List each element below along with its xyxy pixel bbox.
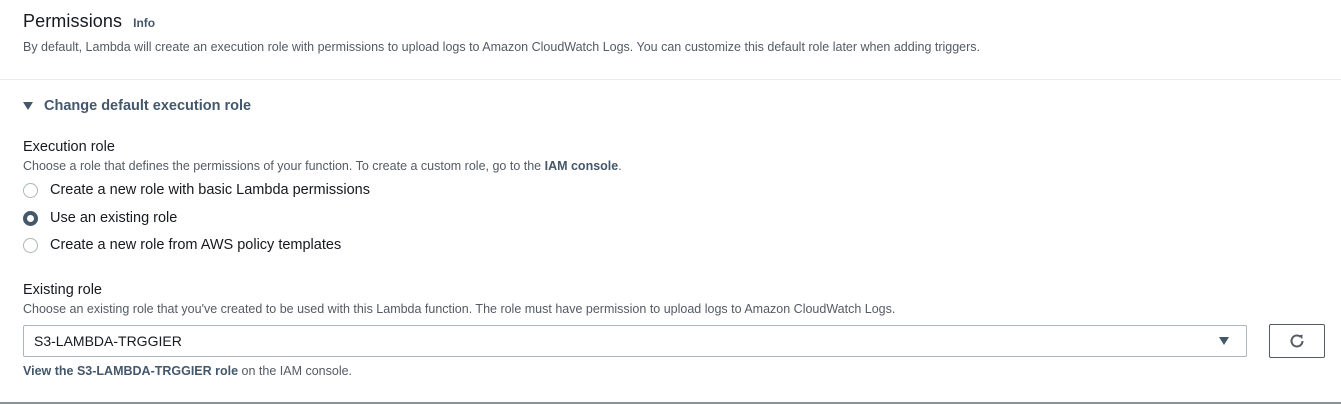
execution-role-label: Execution role xyxy=(23,139,115,155)
title-row: Permissions Info xyxy=(23,11,155,32)
page-title: Permissions xyxy=(23,11,123,31)
view-role-suffix: on the IAM console. xyxy=(238,364,353,378)
existing-role-label: Existing role xyxy=(23,282,102,298)
radio-button[interactable] xyxy=(23,237,38,253)
execution-role-description-text: Choose a role that defines the permissio… xyxy=(23,159,545,173)
existing-role-description: Choose an existing role that you've crea… xyxy=(23,302,896,316)
radio-label: Create a new role with basic Lambda perm… xyxy=(50,182,370,198)
radio-button[interactable] xyxy=(23,182,38,198)
view-role-row: View the S3-LAMBDA-TRGGIER role on the I… xyxy=(23,364,352,378)
refresh-icon xyxy=(1290,334,1304,348)
iam-console-link[interactable]: IAM console xyxy=(545,159,619,173)
radio-option-use-existing-role[interactable]: Use an existing role xyxy=(23,210,177,226)
execution-role-description: Choose a role that defines the permissio… xyxy=(23,159,622,173)
refresh-button[interactable] xyxy=(1269,324,1325,358)
radio-button-selected[interactable] xyxy=(23,210,38,226)
info-link[interactable]: Info xyxy=(133,16,155,30)
radio-label: Create a new role from AWS policy templa… xyxy=(50,237,342,253)
permissions-header: Permissions Info By default, Lambda will… xyxy=(0,0,1341,80)
radio-option-policy-templates[interactable]: Create a new role from AWS policy templa… xyxy=(23,237,341,253)
existing-role-select-value: S3-LAMBDA-TRGGIER xyxy=(34,333,182,349)
view-role-link[interactable]: View the S3-LAMBDA-TRGGIER role xyxy=(23,364,238,378)
existing-role-select[interactable]: S3-LAMBDA-TRGGIER xyxy=(23,325,1247,357)
expander-label: Change default execution role xyxy=(44,98,252,114)
execution-role-description-suffix: . xyxy=(618,159,622,173)
change-execution-role-expander[interactable]: Change default execution role xyxy=(23,98,251,114)
caret-down-icon xyxy=(23,102,33,110)
radio-label: Use an existing role xyxy=(50,210,178,226)
caret-down-icon xyxy=(1219,337,1229,345)
radio-option-create-basic-role[interactable]: Create a new role with basic Lambda perm… xyxy=(23,182,370,198)
header-description: By default, Lambda will create an execut… xyxy=(23,40,981,54)
